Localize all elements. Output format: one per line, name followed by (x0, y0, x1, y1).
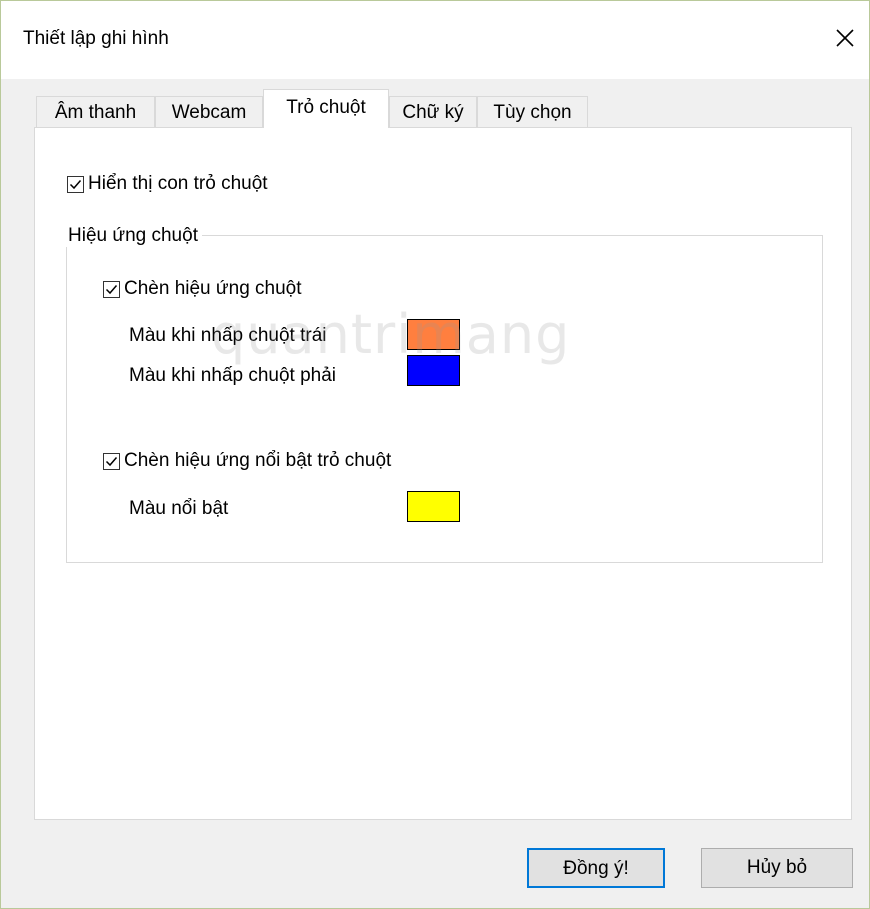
right-click-color-swatch[interactable] (407, 355, 460, 386)
highlight-effect-checkbox[interactable] (103, 452, 120, 470)
mouse-effect-group-title: Hiệu ứng chuột (65, 225, 202, 247)
highlight-effect-checkbox-row[interactable]: Chèn hiệu ứng nổi bật trỏ chuột (103, 450, 391, 472)
highlight-effect-label: Chèn hiệu ứng nổi bật trỏ chuột (124, 450, 392, 471)
highlight-color-swatch[interactable] (407, 491, 460, 522)
tab-webcam[interactable]: Webcam (155, 96, 263, 127)
close-button[interactable] (821, 15, 869, 63)
window-title: Thiết lập ghi hình (23, 28, 169, 49)
show-cursor-checkbox-row[interactable]: Hiển thị con trỏ chuột (67, 173, 268, 195)
tab-audio[interactable]: Âm thanh (36, 96, 155, 127)
checkmark-icon (69, 179, 82, 189)
click-effect-checkbox-row[interactable]: Chèn hiệu ứng chuột (103, 278, 302, 300)
ok-button[interactable]: Đồng ý! (527, 848, 665, 888)
right-click-color-label: Màu khi nhấp chuột phải (129, 365, 337, 386)
close-icon (836, 29, 854, 47)
highlight-color-label: Màu nổi bật (129, 498, 229, 519)
tab-cursor[interactable]: Trỏ chuột (263, 89, 389, 128)
tab-options[interactable]: Tùy chọn (477, 96, 588, 127)
left-click-color-label: Màu khi nhấp chuột trái (129, 325, 327, 346)
left-click-color-swatch[interactable] (407, 319, 460, 350)
cancel-button[interactable]: Hủy bỏ (701, 848, 853, 888)
settings-dialog: Thiết lập ghi hình Âm thanh Webcam Trỏ c… (0, 0, 870, 909)
show-cursor-checkbox[interactable] (67, 175, 84, 193)
show-cursor-label: Hiển thị con trỏ chuột (88, 173, 268, 194)
tab-signature[interactable]: Chữ ký (389, 96, 477, 127)
checkmark-icon (105, 456, 118, 466)
checkmark-icon (105, 284, 118, 294)
click-effect-checkbox[interactable] (103, 280, 120, 298)
title-bar: Thiết lập ghi hình (1, 1, 869, 79)
cursor-tab-panel: Hiển thị con trỏ chuột Hiệu ứng chuột Ch… (34, 127, 852, 820)
click-effect-label: Chèn hiệu ứng chuột (124, 278, 302, 299)
